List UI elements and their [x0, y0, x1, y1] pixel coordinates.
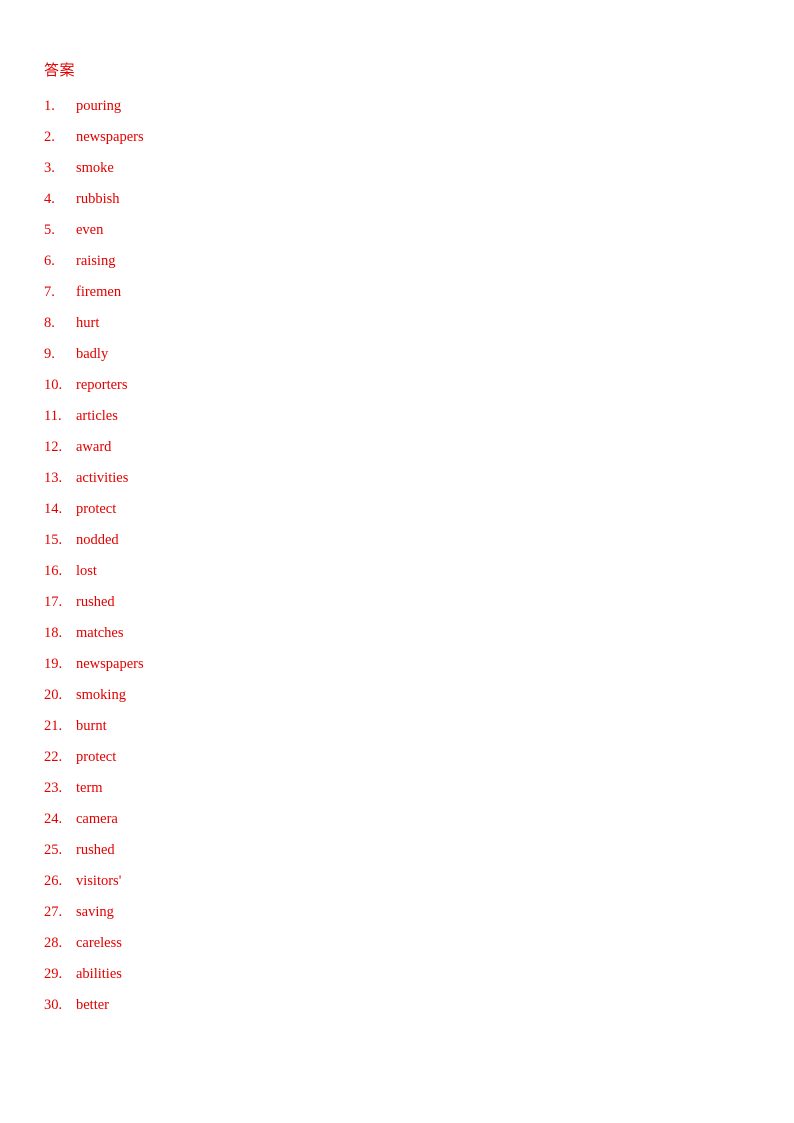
- answer-index: 30.: [44, 997, 63, 1013]
- answer-index: 20.: [44, 687, 63, 703]
- answer-index: 14.: [44, 501, 63, 517]
- answer-index: 4.: [44, 191, 55, 207]
- answer-word: protect: [76, 501, 117, 517]
- answer-row: 2. newspapers: [44, 122, 750, 153]
- answer-index: 17.: [44, 594, 63, 610]
- answer-word: better: [76, 997, 110, 1013]
- answer-index: 10.: [44, 377, 63, 393]
- answer-word: careless: [76, 935, 122, 951]
- answer-word: reporters: [76, 377, 128, 393]
- answer-word: newspapers: [76, 129, 144, 145]
- answer-index: 3.: [44, 160, 55, 176]
- answer-word: badly: [76, 346, 109, 362]
- answer-index: 19.: [44, 656, 63, 672]
- answer-row: 30. better: [44, 990, 750, 1021]
- answer-row: 15. nodded: [44, 525, 750, 556]
- answer-row: 29. abilities: [44, 959, 750, 990]
- answer-word: protect: [76, 749, 117, 765]
- answer-word: saving: [76, 904, 114, 920]
- answer-word: raising: [76, 253, 116, 269]
- answer-word: smoking: [76, 687, 126, 703]
- answer-index: 16.: [44, 563, 63, 579]
- answer-row: 14. protect: [44, 494, 750, 525]
- answer-row: 23. term: [44, 773, 750, 804]
- answer-row: 9. badly: [44, 339, 750, 370]
- answer-row: 19. newspapers: [44, 649, 750, 680]
- answer-index: 6.: [44, 253, 55, 269]
- answer-row: 8. hurt: [44, 308, 750, 339]
- answer-row: 3. smoke: [44, 153, 750, 184]
- answer-index: 12.: [44, 439, 63, 455]
- answer-index: 23.: [44, 780, 63, 796]
- answer-word: burnt: [76, 718, 107, 734]
- answer-index: 28.: [44, 935, 63, 951]
- answer-index: 25.: [44, 842, 63, 858]
- answer-word: activities: [76, 470, 129, 486]
- answer-word: rushed: [76, 594, 115, 610]
- answer-row: 28. careless: [44, 928, 750, 959]
- answer-row: 4. rubbish: [44, 184, 750, 215]
- answer-row: 22. protect: [44, 742, 750, 773]
- answer-index: 26.: [44, 873, 63, 889]
- answer-word: matches: [76, 625, 124, 641]
- answer-row: 6. raising: [44, 246, 750, 277]
- answer-word: pouring: [76, 98, 122, 114]
- answer-word: abilities: [76, 966, 122, 982]
- answer-index: 13.: [44, 470, 63, 486]
- answer-word: newspapers: [76, 656, 144, 672]
- answer-list: 1. pouring 2. newspapers 3. smoke 4. rubbish 5. e…: [44, 91, 750, 1021]
- answer-row: 5. even: [44, 215, 750, 246]
- answer-index: 7.: [44, 284, 55, 300]
- answer-row: 1. pouring: [44, 91, 750, 122]
- answer-index: 9.: [44, 346, 55, 362]
- answer-word: visitors': [76, 873, 122, 889]
- answer-sheet: 答案 1. pouring 2. newspapers 3. smoke 4. rubbish…: [44, 60, 750, 1021]
- answer-row: 24. camera: [44, 804, 750, 835]
- answer-word: smoke: [76, 160, 114, 176]
- answer-word: firemen: [76, 284, 122, 300]
- answer-word: even: [76, 222, 104, 238]
- answer-word: award: [76, 439, 112, 455]
- answer-index: 21.: [44, 718, 63, 734]
- answer-index: 22.: [44, 749, 63, 765]
- answer-row: 7. firemen: [44, 277, 750, 308]
- answer-row: 16. lost: [44, 556, 750, 587]
- answer-word: lost: [76, 563, 97, 579]
- answer-index: 11.: [44, 408, 62, 424]
- answer-row: 27. saving: [44, 897, 750, 928]
- answer-index: 8.: [44, 315, 55, 331]
- answer-word: camera: [76, 811, 118, 827]
- answer-word: rubbish: [76, 191, 120, 207]
- answer-index: 18.: [44, 625, 63, 641]
- answer-index: 29.: [44, 966, 63, 982]
- answer-index: 24.: [44, 811, 63, 827]
- answer-row: 11. articles: [44, 401, 750, 432]
- answer-word: articles: [76, 408, 118, 424]
- answer-index: 1.: [44, 98, 55, 114]
- answer-row: 21. burnt: [44, 711, 750, 742]
- answer-index: 5.: [44, 222, 55, 238]
- answer-row: 10. reporters: [44, 370, 750, 401]
- answer-word: nodded: [76, 532, 119, 548]
- answer-row: 20. smoking: [44, 680, 750, 711]
- answer-key-heading: 答案: [44, 61, 76, 79]
- answer-index: 27.: [44, 904, 63, 920]
- answer-word: hurt: [76, 315, 100, 331]
- answer-row: 18. matches: [44, 618, 750, 649]
- answer-row: 13. activities: [44, 463, 750, 494]
- answer-row: 26. visitors': [44, 866, 750, 897]
- answer-row: 25. rushed: [44, 835, 750, 866]
- answer-word: term: [76, 780, 103, 796]
- answer-index: 15.: [44, 532, 63, 548]
- answer-row: 17. rushed: [44, 587, 750, 618]
- answer-word: rushed: [76, 842, 115, 858]
- answer-index: 2.: [44, 129, 55, 145]
- answer-row: 12. award: [44, 432, 750, 463]
